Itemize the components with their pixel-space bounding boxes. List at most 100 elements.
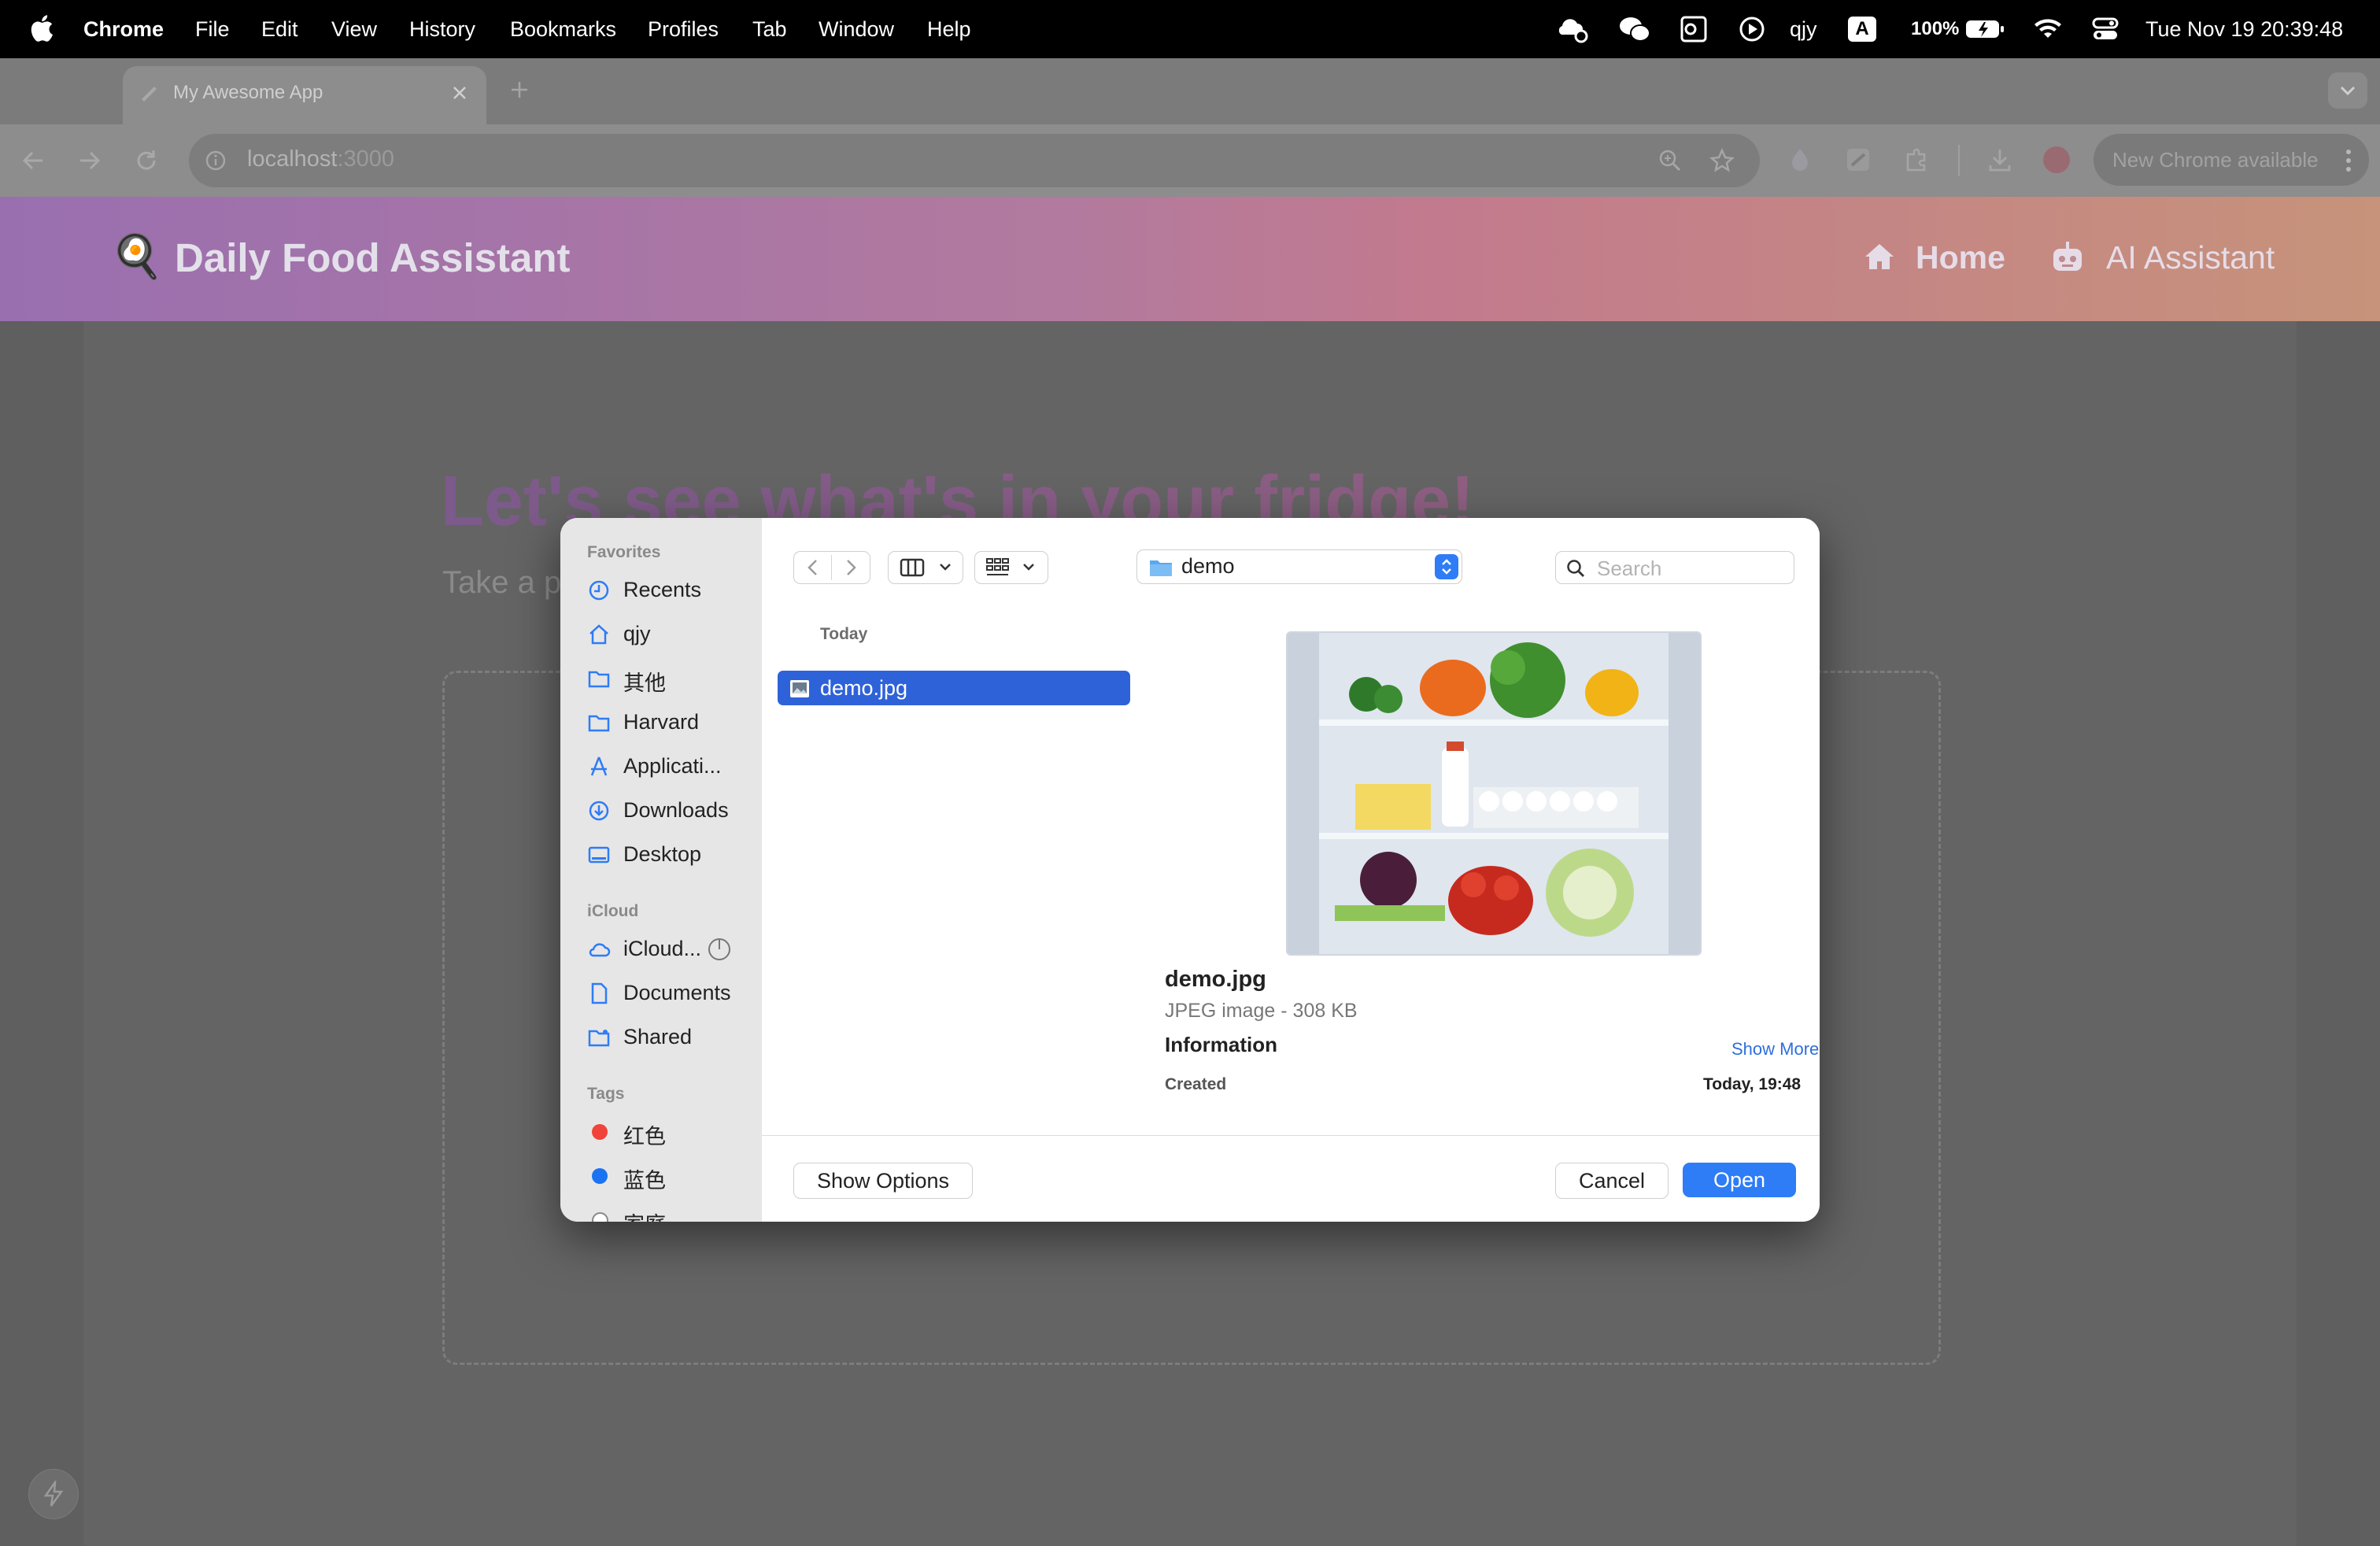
location-popup[interactable]: demo: [1136, 549, 1462, 584]
chevron-down-icon: [2340, 86, 2356, 96]
image-file-icon: [790, 680, 809, 697]
bookmark-star-icon[interactable]: [1709, 148, 1735, 173]
sidebar-item-label: Documents: [623, 981, 731, 1004]
tab-close-icon[interactable]: [452, 85, 468, 101]
apple-icon[interactable]: [30, 13, 54, 43]
tab-search-button[interactable]: [2328, 72, 2367, 109]
sidebar-tag-red[interactable]: 红色: [560, 1111, 762, 1151]
menu-bookmarks[interactable]: Bookmarks: [510, 0, 616, 58]
input-source-indicator[interactable]: A: [1848, 17, 1876, 42]
extension-icon[interactable]: [1787, 146, 1813, 173]
clock-icon: [589, 580, 609, 601]
page-subtext: Take a p: [442, 565, 562, 600]
chrome-update-button[interactable]: New Chrome available: [2094, 134, 2369, 186]
control-center-icon[interactable]: [2090, 14, 2120, 44]
folder-icon: [588, 671, 610, 688]
favorites-section-label: Favorites: [587, 543, 661, 561]
chevron-down-icon: [1023, 564, 1034, 571]
menu-tab[interactable]: Tab: [752, 0, 787, 58]
back-icon[interactable]: [19, 146, 47, 175]
file-name: demo.jpg: [820, 676, 908, 700]
preview-image: [1286, 631, 1702, 956]
tab-title: My Awesome App: [173, 82, 323, 103]
url-port: :3000: [337, 146, 395, 172]
columns-view-icon: [900, 558, 925, 577]
sidebar-item-other[interactable]: 其他: [560, 658, 762, 697]
wechat-icon[interactable]: [1618, 14, 1651, 44]
dialog-toolbar: demo Search: [762, 518, 1820, 616]
download-icon[interactable]: [1986, 146, 2013, 173]
menu-view[interactable]: View: [331, 0, 377, 58]
search-field[interactable]: Search: [1555, 551, 1794, 584]
app-title[interactable]: Daily Food Assistant: [175, 235, 571, 281]
file-row-selected[interactable]: demo.jpg: [778, 671, 1130, 705]
profile-avatar[interactable]: [2043, 146, 2070, 173]
view-mode-button[interactable]: [888, 551, 963, 584]
menu-help[interactable]: Help: [927, 0, 971, 58]
wifi-icon[interactable]: [2032, 14, 2064, 44]
folder-icon: [588, 715, 610, 732]
menu-profiles[interactable]: Profiles: [648, 0, 719, 58]
show-more-link[interactable]: Show More: [1731, 1039, 1819, 1060]
sidebar-item-label: Shared: [623, 1025, 693, 1049]
group-by-button[interactable]: [974, 551, 1048, 584]
forward-icon[interactable]: [843, 558, 859, 577]
search-icon: [1567, 560, 1584, 577]
forward-icon[interactable]: [76, 146, 104, 175]
open-button[interactable]: Open: [1683, 1163, 1796, 1197]
sidebar-item-shared[interactable]: Shared: [560, 1017, 762, 1056]
sidebar-item-documents[interactable]: Documents: [560, 973, 762, 1012]
site-info-icon[interactable]: [205, 150, 227, 172]
preview-file-name: demo.jpg: [1165, 967, 1266, 992]
battery-percent: 100%: [1911, 18, 1960, 39]
reload-icon[interactable]: [132, 146, 161, 175]
icloud-section-label: iCloud: [587, 902, 639, 920]
url-host: localhost: [247, 146, 338, 172]
dialog-footer: Show Options Cancel Open: [762, 1135, 1820, 1222]
sidebar-item-home[interactable]: qjy: [560, 614, 762, 653]
menu-bar: Chrome File Edit View History Bookmarks …: [0, 0, 2380, 58]
nav-home-label: Home: [1916, 239, 2005, 276]
created-label: Created: [1165, 1075, 1227, 1093]
browser-tab[interactable]: My Awesome App: [123, 66, 486, 124]
cancel-button[interactable]: Cancel: [1555, 1163, 1669, 1199]
back-forward-group: [793, 551, 870, 584]
dev-tools-button[interactable]: [28, 1469, 79, 1519]
sync-progress-icon: [708, 938, 730, 960]
new-tab-icon[interactable]: [508, 79, 530, 101]
sidebar-item-recents[interactable]: Recents: [560, 570, 762, 609]
weather-icon[interactable]: [1555, 14, 1588, 44]
sidebar-item-applications[interactable]: Applicati...: [560, 746, 762, 786]
address-bar[interactable]: localhost:3000: [189, 134, 1760, 187]
menu-edit[interactable]: Edit: [261, 0, 298, 58]
sidebar-tag-family[interactable]: 家庭: [560, 1200, 762, 1222]
sidebar-item-label: iCloud...: [623, 937, 702, 960]
app-header: 🍳 Daily Food Assistant Home AI Assistant: [0, 197, 2380, 321]
more-menu-icon[interactable]: [2344, 148, 2353, 173]
favicon-icon: [142, 87, 157, 102]
show-options-button[interactable]: Show Options: [793, 1163, 973, 1199]
extensions-puzzle-icon[interactable]: [1903, 146, 1930, 173]
separator: [831, 555, 832, 580]
outlook-icon[interactable]: [1680, 14, 1708, 44]
shared-folder-icon: [588, 1030, 610, 1047]
toolbar-divider: [1958, 145, 1960, 176]
menu-history[interactable]: History: [409, 0, 475, 58]
dialog-sidebar: Favorites Recents qjy 其他 Harvard Applica…: [560, 518, 763, 1222]
sidebar-item-desktop[interactable]: Desktop: [560, 834, 762, 874]
menu-user[interactable]: qjy: [1790, 0, 1817, 58]
back-icon[interactable]: [805, 558, 821, 577]
zoom-icon[interactable]: [1658, 148, 1683, 173]
play-icon[interactable]: [1738, 14, 1766, 44]
sidebar-item-harvard[interactable]: Harvard: [560, 702, 762, 742]
menu-app-name[interactable]: Chrome: [83, 0, 164, 58]
robot-icon: [2053, 242, 2082, 271]
sidebar-tag-blue[interactable]: 蓝色: [560, 1156, 762, 1195]
battery-icon[interactable]: [1964, 14, 2005, 44]
menu-window[interactable]: Window: [819, 0, 894, 58]
sidebar-item-icloud-drive[interactable]: iCloud...: [560, 929, 762, 968]
sidebar-item-downloads[interactable]: Downloads: [560, 790, 762, 830]
menu-clock[interactable]: Tue Nov 19 20:39:48: [2145, 0, 2343, 58]
extension-icon-2[interactable]: [1845, 146, 1872, 173]
menu-file[interactable]: File: [195, 0, 230, 58]
